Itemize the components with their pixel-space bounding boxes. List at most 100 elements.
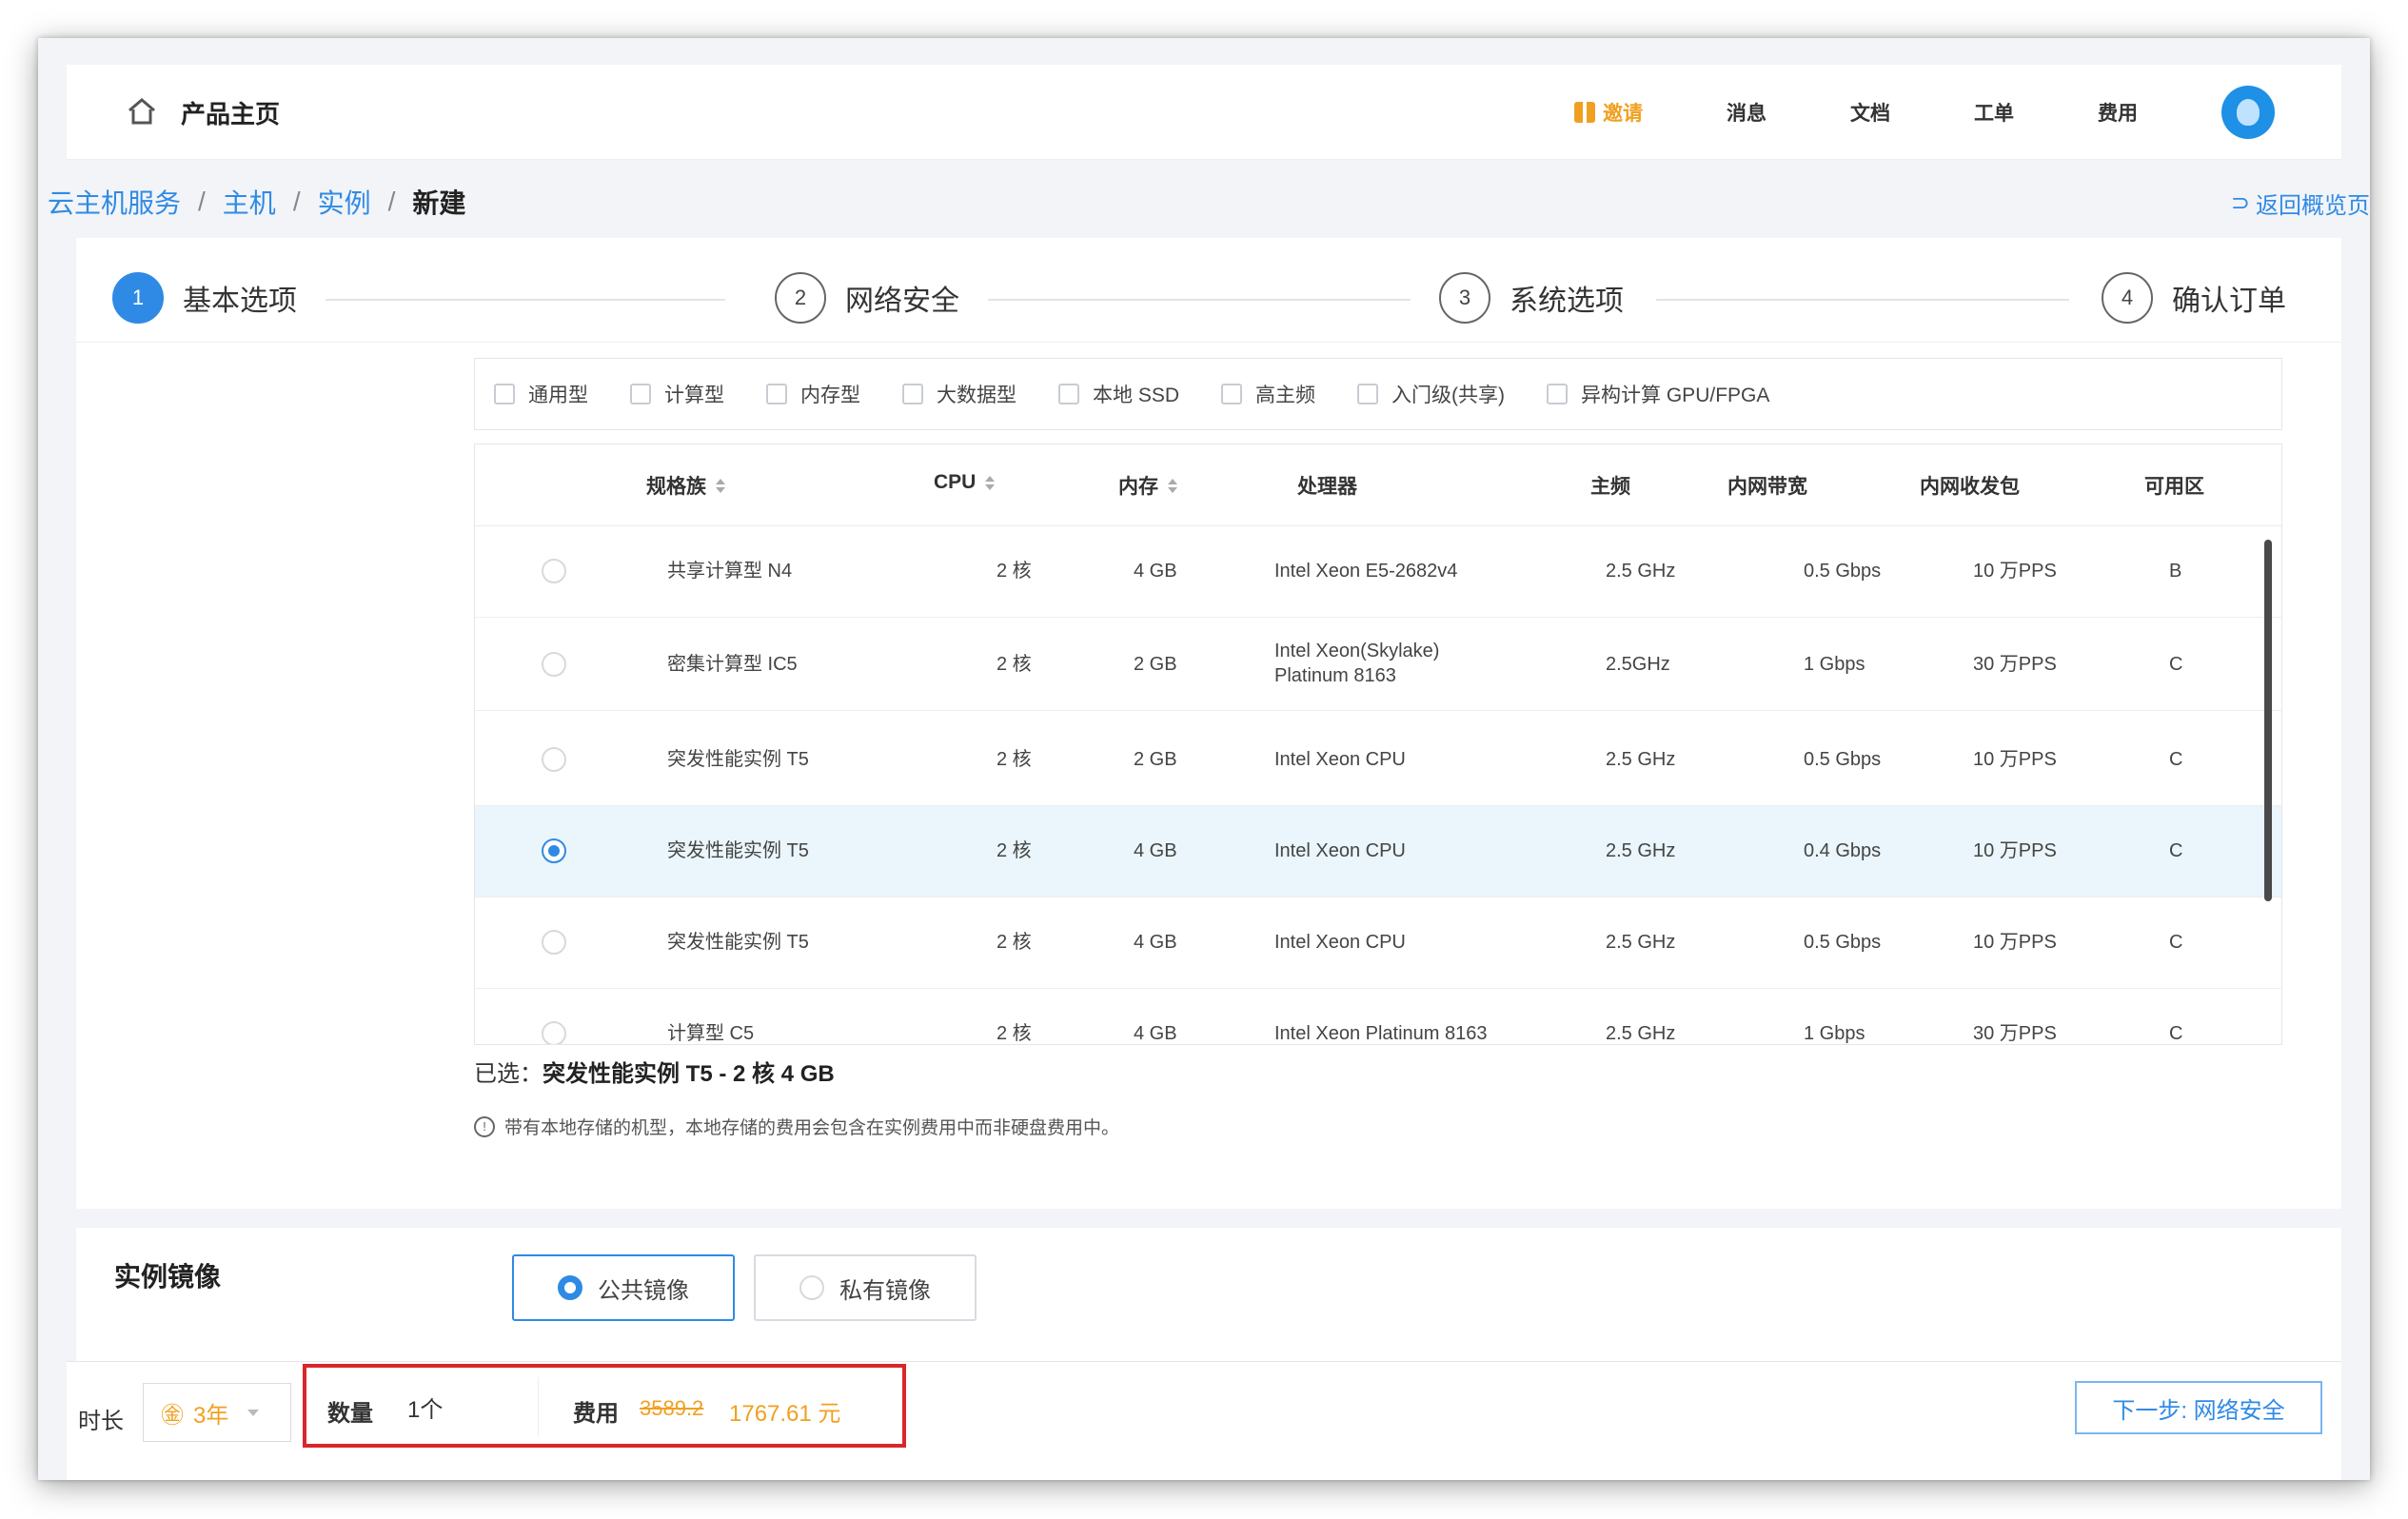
checkbox[interactable] xyxy=(494,384,515,404)
breadcrumb-link[interactable]: 实例 xyxy=(318,183,371,221)
checkbox[interactable] xyxy=(1058,384,1079,404)
table-row[interactable]: 突发性能实例 T5 2 核 2 GB Intel Xeon CPU 2.5 GH… xyxy=(475,715,2281,806)
column-header-cpu[interactable]: CPU xyxy=(934,471,996,494)
cell-spec: 计算型 C5 xyxy=(667,1023,755,1044)
private-image-option[interactable]: 私有镜像 xyxy=(754,1254,977,1321)
summary-value: 突发性能实例 T5 - 2 核 4 GB xyxy=(543,1061,835,1087)
storage-note: ! 带有本地存储的机型，本地存储的费用会包含在实例费用中而非硬盘费用中。 xyxy=(474,1114,1119,1139)
column-header-memory[interactable]: 内存 xyxy=(1118,471,1177,500)
nav-tickets[interactable]: 工单 xyxy=(1974,98,2014,127)
nav-docs[interactable]: 文档 xyxy=(1850,98,1890,127)
column-header-label: 规格族 xyxy=(646,476,706,498)
step-connector xyxy=(988,299,1411,301)
cell-processor: Intel Xeon CPU xyxy=(1274,840,1406,861)
nav-invite-label: 邀请 xyxy=(1603,103,1643,125)
filter-local-ssd[interactable]: 本地 SSD xyxy=(1058,380,1179,408)
quantity-label: 数量 xyxy=(327,1401,373,1427)
bottom-action-bar: 时长 ㊎ 3年 数量 1个 费用 3589.2 1767.61 元 下一步: 网… xyxy=(67,1361,2341,1480)
column-header-label: CPU xyxy=(934,471,977,493)
cell-frequency: 2.5 GHz xyxy=(1606,749,1676,770)
table-row[interactable]: 突发性能实例 T5 2 核 4 GB Intel Xeon CPU 2.5 GH… xyxy=(475,898,2281,989)
cell-frequency: 2.5 GHz xyxy=(1606,1023,1676,1044)
filter-memory[interactable]: 内存型 xyxy=(766,380,860,408)
cell-pps: 10 万PPS xyxy=(1973,561,2057,582)
column-header-label: 内存 xyxy=(1118,476,1158,498)
home-icon[interactable] xyxy=(124,93,160,129)
quantity-fee-highlight: 数量 1个 费用 3589.2 1767.61 元 xyxy=(303,1364,906,1448)
filter-general[interactable]: 通用型 xyxy=(494,380,588,408)
filter-label: 高主频 xyxy=(1255,385,1316,406)
sort-icon[interactable] xyxy=(716,478,725,493)
checkbox[interactable] xyxy=(1547,384,1569,404)
step-number: 1 xyxy=(112,272,164,324)
cell-cpu: 2 核 xyxy=(997,840,1032,861)
step-label: 基本选项 xyxy=(183,286,297,317)
breadcrumb-separator: / xyxy=(198,187,206,216)
column-header-spec[interactable]: 规格族 xyxy=(646,471,725,500)
filter-label: 大数据型 xyxy=(937,385,1016,406)
step-basic-options: 1 基本选项 xyxy=(112,272,297,324)
radio[interactable] xyxy=(558,1275,582,1300)
cell-zone: C xyxy=(2169,932,2183,953)
cell-spec: 密集计算型 IC5 xyxy=(667,654,798,675)
cell-frequency: 2.5 GHz xyxy=(1606,840,1676,861)
checkbox[interactable] xyxy=(766,384,787,404)
cell-cpu: 2 核 xyxy=(997,1023,1032,1044)
filter-compute[interactable]: 计算型 xyxy=(630,380,724,408)
cell-zone: C xyxy=(2169,654,2183,675)
table-row[interactable]: 计算型 C5 2 核 4 GB Intel Xeon Platinum 8163… xyxy=(475,989,2281,1044)
filter-bigdata[interactable]: 大数据型 xyxy=(902,380,1016,408)
instance-spec-table: 规格族 CPU 内存 处理器 主频 内网带宽 内网收发包 可用区 共享计算型 N… xyxy=(474,444,2282,1045)
checkbox[interactable] xyxy=(630,384,651,404)
sort-icon[interactable] xyxy=(985,475,996,490)
row-radio[interactable] xyxy=(542,1021,566,1044)
table-scrollbar[interactable] xyxy=(2264,540,2272,901)
info-icon: ! xyxy=(474,1115,495,1137)
next-step-button[interactable]: 下一步: 网络安全 xyxy=(2075,1381,2322,1434)
cell-bandwidth: 0.4 Gbps xyxy=(1804,840,1882,861)
step-label: 系统选项 xyxy=(1510,286,1624,317)
checkbox[interactable] xyxy=(902,384,923,404)
back-to-overview-link[interactable]: ⊃ 返回概览页 xyxy=(2231,187,2370,220)
return-icon: ⊃ xyxy=(2230,190,2250,216)
cell-memory: 4 GB xyxy=(1134,1023,1177,1044)
filter-entry-shared[interactable]: 入门级(共享) xyxy=(1357,380,1505,408)
table-row[interactable]: 共享计算型 N4 2 核 4 GB Intel Xeon E5-2682v4 2… xyxy=(475,526,2281,618)
row-radio[interactable] xyxy=(542,838,566,863)
filter-gpu-fpga[interactable]: 异构计算 GPU/FPGA xyxy=(1547,380,1769,408)
cell-cpu: 2 核 xyxy=(997,749,1032,770)
filter-label: 计算型 xyxy=(664,385,724,406)
checkbox[interactable] xyxy=(1357,384,1379,404)
row-radio[interactable] xyxy=(542,747,566,772)
breadcrumb-link[interactable]: 主机 xyxy=(223,183,276,221)
sort-icon[interactable] xyxy=(1168,478,1177,493)
nav-invite[interactable]: 邀请 xyxy=(1574,98,1643,127)
breadcrumb-row: 云主机服务 / 主机 / 实例 / 新建 ⊃ 返回概览页 xyxy=(48,171,2370,228)
cell-memory: 2 GB xyxy=(1134,749,1177,770)
row-radio[interactable] xyxy=(542,930,566,955)
table-row[interactable]: 密集计算型 IC5 2 核 2 GB Intel Xeon(Skylake) P… xyxy=(475,620,2281,711)
cell-memory: 4 GB xyxy=(1134,840,1177,861)
duration-value: 3年 xyxy=(193,1402,229,1429)
public-image-option[interactable]: 公共镜像 xyxy=(512,1254,735,1321)
table-row-selected[interactable]: 突发性能实例 T5 2 核 4 GB Intel Xeon CPU 2.5 GH… xyxy=(475,806,2281,898)
nav-billing[interactable]: 费用 xyxy=(2098,98,2138,127)
filter-label: 异构计算 GPU/FPGA xyxy=(1581,385,1770,406)
step-number: 2 xyxy=(775,272,826,324)
duration-select[interactable]: ㊎ 3年 xyxy=(143,1383,291,1442)
home-title[interactable]: 产品主页 xyxy=(181,95,280,130)
filter-high-freq[interactable]: 高主频 xyxy=(1221,380,1315,408)
cell-processor: Intel Xeon CPU xyxy=(1274,932,1406,953)
checkbox[interactable] xyxy=(1221,384,1243,404)
avatar[interactable] xyxy=(2221,86,2275,139)
cell-memory: 4 GB xyxy=(1134,932,1177,953)
quantity-input[interactable]: 1个 xyxy=(390,1377,539,1436)
radio[interactable] xyxy=(799,1275,824,1300)
nav-messages[interactable]: 消息 xyxy=(1727,98,1767,127)
row-radio[interactable] xyxy=(542,652,566,677)
option-label: 私有镜像 xyxy=(839,1277,931,1304)
selected-summary: 已选：突发性能实例 T5 - 2 核 4 GB xyxy=(474,1055,835,1088)
row-radio[interactable] xyxy=(542,559,566,583)
breadcrumb-link[interactable]: 云主机服务 xyxy=(48,183,181,221)
instance-image-section: 实例镜像 公共镜像 私有镜像 xyxy=(76,1228,2341,1380)
